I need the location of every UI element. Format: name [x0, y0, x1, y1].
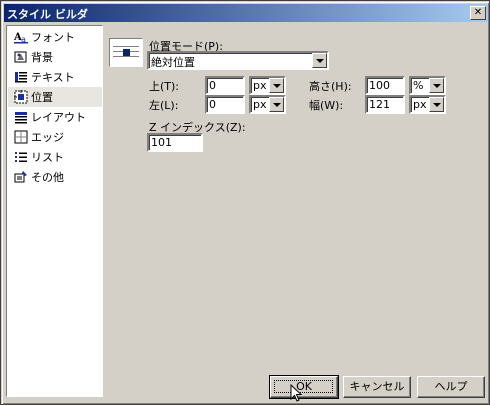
- left-label: 左(L):: [149, 99, 179, 112]
- chevron-down-icon[interactable]: [429, 78, 444, 93]
- width-unit-select[interactable]: px: [409, 95, 446, 114]
- top-input[interactable]: 0: [205, 76, 245, 95]
- sidebar-item-layout[interactable]: レイアウト: [8, 107, 102, 127]
- category-list: Aa フォント 背景 テキスト 位置 レイアウト エッジ リスト その他: [6, 25, 103, 397]
- sidebar-item-list[interactable]: リスト: [8, 147, 102, 167]
- height-unit-select[interactable]: %: [409, 76, 446, 95]
- sidebar-item-edges[interactable]: エッジ: [8, 127, 102, 147]
- top-unit-value: px: [253, 79, 267, 92]
- chevron-down-icon[interactable]: [269, 97, 284, 112]
- chevron-down-icon[interactable]: [429, 97, 444, 112]
- sidebar-item-label: エッジ: [31, 131, 64, 144]
- sidebar-item-background[interactable]: 背景: [8, 47, 102, 67]
- top-label: 上(T):: [149, 80, 180, 93]
- sidebar-item-label: 背景: [31, 51, 53, 64]
- window-title: スタイル ビルダ: [7, 8, 88, 21]
- width-input[interactable]: 121: [365, 95, 405, 114]
- height-unit-value: %: [413, 79, 424, 92]
- font-icon: Aa: [13, 30, 28, 44]
- position-mode-preview: [109, 38, 143, 67]
- zindex-input[interactable]: 101: [147, 133, 203, 152]
- position-mode-value: 絶対位置: [151, 56, 195, 69]
- sidebar-item-position[interactable]: 位置: [8, 87, 102, 107]
- left-unit-select[interactable]: px: [249, 95, 286, 114]
- help-button[interactable]: ヘルプ: [417, 376, 485, 398]
- title-bar[interactable]: スタイル ビルダ ✕: [4, 4, 488, 22]
- other-icon: [14, 170, 28, 184]
- cancel-button[interactable]: キャンセル: [343, 376, 411, 398]
- position-preview-icon: [113, 46, 139, 57]
- sidebar-item-text[interactable]: テキスト: [8, 67, 102, 87]
- sidebar-item-label: レイアウト: [31, 111, 86, 124]
- left-unit-value: px: [253, 98, 267, 111]
- sidebar-item-label: テキスト: [31, 71, 75, 84]
- background-icon: [14, 50, 28, 64]
- width-label: 幅(W):: [309, 99, 344, 112]
- chevron-down-icon[interactable]: [312, 53, 327, 68]
- text-icon: [14, 70, 28, 84]
- style-builder-dialog: スタイル ビルダ ✕ Aa フォント 背景 テキスト 位置 レイアウト エッジ …: [0, 0, 490, 405]
- edges-icon: [14, 130, 28, 144]
- mouse-cursor-icon: [290, 384, 303, 402]
- sidebar-item-label: フォント: [31, 31, 75, 44]
- width-unit-value: px: [413, 98, 427, 111]
- sidebar-item-label: その他: [31, 171, 64, 184]
- layout-icon: [14, 110, 28, 124]
- position-mode-select[interactable]: 絶対位置: [147, 51, 329, 70]
- height-label: 高さ(H):: [309, 80, 352, 93]
- chevron-down-icon[interactable]: [269, 78, 284, 93]
- height-input[interactable]: 100: [365, 76, 405, 95]
- sidebar-item-label: 位置: [31, 91, 53, 104]
- left-input[interactable]: 0: [205, 95, 245, 114]
- ok-button[interactable]: OK: [269, 375, 339, 399]
- top-unit-select[interactable]: px: [249, 76, 286, 95]
- position-icon: [14, 90, 28, 104]
- sidebar-item-label: リスト: [31, 151, 64, 164]
- sidebar-item-font[interactable]: Aa フォント: [8, 27, 102, 47]
- sidebar-item-other[interactable]: その他: [8, 167, 102, 187]
- list-icon: [14, 150, 28, 164]
- position-panel: 位置モード(P): 絶対位置 上(T): 0 px 左(L): 0 px 高さ(…: [105, 25, 485, 369]
- close-button[interactable]: ✕: [470, 6, 486, 20]
